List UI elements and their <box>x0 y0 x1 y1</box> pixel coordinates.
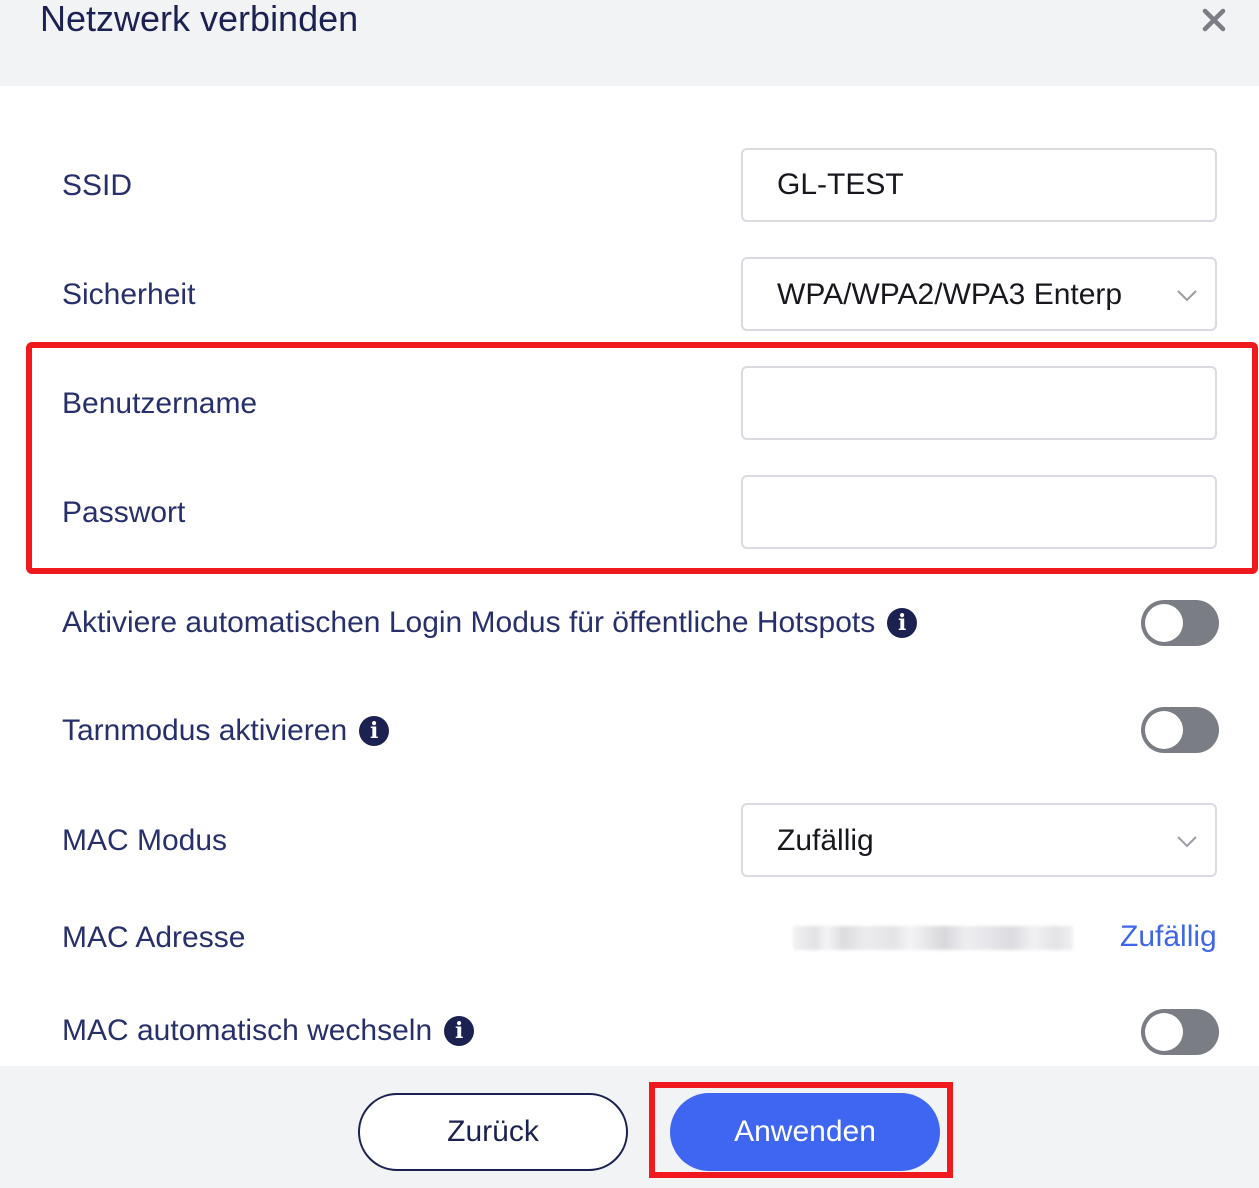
security-select[interactable]: WPA/WPA2/WPA3 Enterp <box>741 257 1217 331</box>
mac-mode-select-value: Zufällig <box>777 824 874 857</box>
security-label: Sicherheit <box>62 278 196 311</box>
auto-login-toggle[interactable] <box>1141 600 1219 646</box>
security-select-value: WPA/WPA2/WPA3 Enterp <box>777 278 1123 311</box>
back-button[interactable]: Zurück <box>358 1093 628 1171</box>
info-icon[interactable]: i <box>444 1016 475 1046</box>
toggle-knob <box>1145 1013 1183 1051</box>
mac-mode-select[interactable]: Zufällig <box>741 803 1217 877</box>
chevron-down-icon <box>1177 836 1197 848</box>
stealth-mode-label: Tarnmodus aktivieren <box>62 714 348 747</box>
mac-auto-change-row: MAC automatisch wechseln i <box>62 1011 475 1051</box>
stealth-mode-toggle[interactable] <box>1141 707 1219 753</box>
auto-login-row: Aktiviere automatischen Login Modus für … <box>62 603 918 643</box>
credentials-highlight-box <box>26 342 1258 574</box>
dialog-header: Netzwerk verbinden <box>0 0 1259 86</box>
toggle-knob <box>1145 711 1183 749</box>
connect-network-dialog: Netzwerk verbinden SSID Sicherheit WPA/W… <box>0 0 1259 1188</box>
stealth-mode-row: Tarnmodus aktivieren i <box>62 711 390 751</box>
info-icon[interactable]: i <box>887 608 918 638</box>
mac-address-value-blurred <box>793 926 1073 950</box>
dialog-title: Netzwerk verbinden <box>40 0 359 39</box>
mac-randomize-link[interactable]: Zufällig <box>1120 917 1217 957</box>
info-icon[interactable]: i <box>359 716 390 746</box>
dialog-footer <box>0 1066 1259 1188</box>
mac-auto-change-label: MAC automatisch wechseln <box>62 1014 433 1047</box>
ssid-label: SSID <box>62 169 133 202</box>
mac-mode-label: MAC Modus <box>62 824 228 857</box>
apply-highlight-box <box>649 1082 953 1178</box>
auto-login-label: Aktiviere automatischen Login Modus für … <box>62 606 876 639</box>
chevron-down-icon <box>1177 290 1197 302</box>
ssid-input[interactable] <box>741 148 1217 222</box>
mac-address-label: MAC Adresse <box>62 921 246 954</box>
toggle-knob <box>1145 604 1183 642</box>
mac-auto-change-toggle[interactable] <box>1141 1009 1219 1055</box>
close-icon[interactable] <box>1196 2 1232 38</box>
